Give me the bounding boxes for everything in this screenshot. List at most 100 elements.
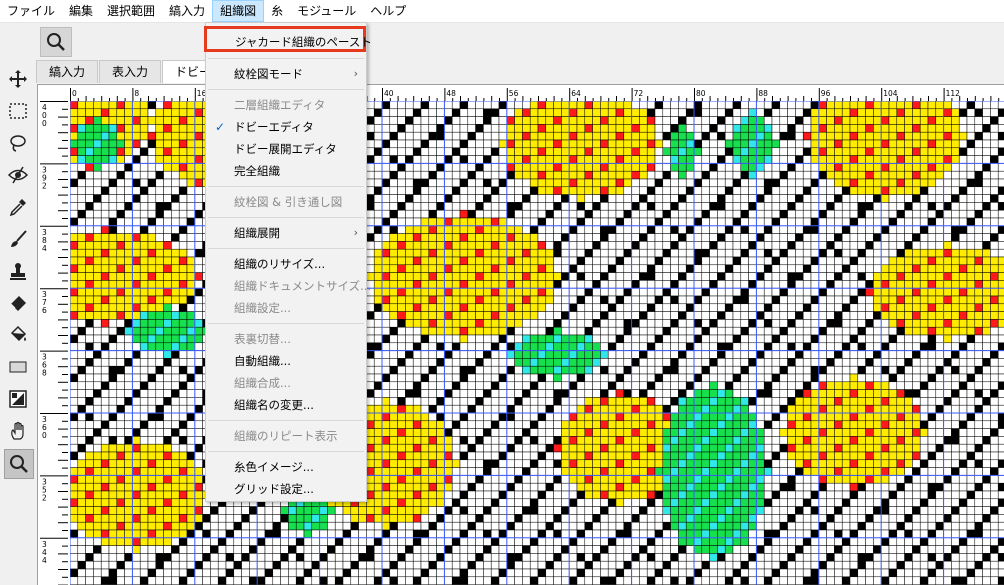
weave-diagram-menu: ジャカード組織のペースト紋栓図モード › 二層組織エディタ✓ドビーエディタドビー展開… bbox=[205, 22, 367, 502]
tool-stamp-button[interactable] bbox=[4, 257, 32, 285]
menu-bar: ファイル編集選択範囲縞入力組織図糸モジュールヘルプ bbox=[0, 0, 1004, 23]
menu-separator bbox=[208, 248, 364, 249]
menu-option-14: 組織ドキュメントサイズ... bbox=[206, 275, 366, 297]
menu-item-6[interactable]: モジュール bbox=[290, 0, 363, 22]
ruler-label: 96 bbox=[821, 89, 831, 98]
menu-option-label: 組織展開 bbox=[234, 222, 280, 244]
menu-option-label: 紋栓図モード bbox=[234, 63, 303, 85]
ruler-label: 0 bbox=[42, 431, 47, 440]
menu-option-4: 二層組織エディタ bbox=[206, 94, 366, 116]
menu-option-17: 表裏切替... bbox=[206, 328, 366, 350]
menu-option-25[interactable]: グリッド設定... bbox=[206, 478, 366, 500]
menu-item-5[interactable]: 糸 bbox=[264, 0, 290, 22]
menu-option-label: 紋栓図 & 引き通し図 bbox=[234, 191, 342, 213]
menu-option-2[interactable]: 紋栓図モード › bbox=[206, 63, 366, 85]
tool-eyedropper-button[interactable] bbox=[4, 193, 32, 221]
tool-lasso-button[interactable] bbox=[4, 129, 32, 157]
stamp-icon bbox=[8, 261, 28, 281]
tab-1[interactable]: 表入力 bbox=[99, 60, 161, 83]
tool-rectangle-button[interactable] bbox=[4, 353, 32, 381]
menu-option-label: ドビーエディタ bbox=[234, 116, 314, 138]
menu-option-label: 自動組織... bbox=[234, 350, 291, 372]
menu-option-label: 組織合成... bbox=[234, 372, 291, 394]
tool-eye-button[interactable] bbox=[4, 161, 32, 189]
tool-move-button[interactable] bbox=[4, 65, 32, 93]
lasso-icon bbox=[8, 133, 28, 153]
menu-option-label: 表裏切替... bbox=[234, 328, 291, 350]
menu-option-label: ジャカード組織のペースト bbox=[235, 29, 372, 55]
toolbar bbox=[0, 23, 1004, 59]
rect-select-icon bbox=[8, 101, 28, 121]
menu-separator bbox=[208, 186, 364, 187]
tool-brush-button[interactable] bbox=[4, 225, 32, 253]
menu-separator bbox=[208, 217, 364, 218]
tool-zoom-button[interactable] bbox=[4, 449, 34, 479]
rectangle-icon bbox=[8, 357, 28, 377]
menu-option-label: 組織設定... bbox=[234, 297, 291, 319]
left-ruler: 400392384376368360352344 bbox=[40, 101, 68, 585]
ruler-label: 112 bbox=[946, 89, 961, 98]
submenu-arrow-icon: › bbox=[354, 63, 358, 85]
ruler-label: 2 bbox=[42, 493, 47, 502]
menu-option-label: 組織のリピート表示 bbox=[234, 425, 338, 447]
menu-item-1[interactable]: 編集 bbox=[62, 0, 100, 22]
zoom-icon bbox=[9, 454, 29, 474]
fill-bucket-icon bbox=[8, 325, 28, 345]
zoom-icon bbox=[46, 32, 66, 52]
zoom-tool-button[interactable] bbox=[40, 27, 72, 57]
ruler-label: 2 bbox=[42, 181, 47, 190]
ruler-label: 4 bbox=[42, 244, 47, 253]
ruler-label: 6 bbox=[42, 306, 47, 315]
menu-option-label: グリッド設定... bbox=[234, 478, 314, 500]
move-icon bbox=[8, 69, 28, 89]
ruler-label: 56 bbox=[509, 89, 519, 98]
menu-option-label: 組織のリサイズ... bbox=[234, 253, 325, 275]
ruler-label: 80 bbox=[696, 89, 706, 98]
menu-option-5[interactable]: ✓ドビーエディタ bbox=[206, 116, 366, 138]
brush-icon bbox=[8, 229, 28, 249]
menu-option-15: 組織設定... bbox=[206, 297, 366, 319]
menu-option-13[interactable]: 組織のリサイズ... bbox=[206, 253, 366, 275]
menu-separator bbox=[208, 323, 364, 324]
menu-option-18[interactable]: 自動組織... bbox=[206, 350, 366, 372]
tool-pattern-button[interactable] bbox=[4, 385, 32, 413]
ruler-label: 64 bbox=[571, 89, 581, 98]
menu-option-24[interactable]: 糸色イメージ... bbox=[206, 456, 366, 478]
menu-option-label: ドビー展開エディタ bbox=[234, 138, 337, 160]
tool-fill-bucket-button[interactable] bbox=[4, 321, 32, 349]
ruler-label: 104 bbox=[883, 89, 898, 98]
ruler-label: 48 bbox=[446, 89, 456, 98]
eye-icon bbox=[8, 165, 28, 185]
menu-option-22: 組織のリピート表示 bbox=[206, 425, 366, 447]
menu-item-0[interactable]: ファイル bbox=[0, 0, 62, 22]
tool-eraser-button[interactable] bbox=[4, 289, 32, 317]
menu-separator bbox=[208, 89, 364, 90]
menu-item-7[interactable]: ヘルプ bbox=[363, 0, 413, 22]
menu-separator bbox=[208, 58, 364, 59]
tool-rect-select-button[interactable] bbox=[4, 97, 32, 125]
menu-option-0[interactable]: ジャカード組織のペースト bbox=[204, 26, 366, 52]
weave-canvas[interactable]: 081624324048566472808896104112 400392384… bbox=[37, 84, 1004, 585]
menu-item-3[interactable]: 縞入力 bbox=[162, 0, 212, 22]
menu-option-9: 紋栓図 & 引き通し図 bbox=[206, 191, 366, 213]
menu-option-11[interactable]: 組織展開 › bbox=[206, 222, 366, 244]
menu-separator bbox=[208, 451, 364, 452]
tab-0[interactable]: 縞入力 bbox=[36, 60, 98, 83]
ruler-label: 40 bbox=[384, 89, 394, 98]
menu-item-2[interactable]: 選択範囲 bbox=[100, 0, 162, 22]
ruler-label: 4 bbox=[42, 556, 47, 565]
menu-option-7[interactable]: 完全組織 bbox=[206, 160, 366, 182]
eyedropper-icon bbox=[8, 197, 28, 217]
submenu-arrow-icon: › bbox=[354, 222, 358, 244]
menu-option-label: 組織ドキュメントサイズ... bbox=[234, 275, 371, 297]
menu-option-19: 組織合成... bbox=[206, 372, 366, 394]
eraser-icon bbox=[8, 293, 28, 313]
tool-hand-button[interactable] bbox=[4, 417, 32, 445]
menu-item-4[interactable]: 組織図 bbox=[212, 0, 264, 22]
menu-option-6[interactable]: ドビー展開エディタ bbox=[206, 138, 366, 160]
toolbox bbox=[0, 60, 36, 584]
menu-option-20[interactable]: 組織名の変更... bbox=[206, 394, 366, 416]
ruler-label: 8 bbox=[42, 369, 47, 378]
menu-option-label: 完全組織 bbox=[234, 160, 280, 182]
ruler-label: 8 bbox=[134, 89, 139, 98]
